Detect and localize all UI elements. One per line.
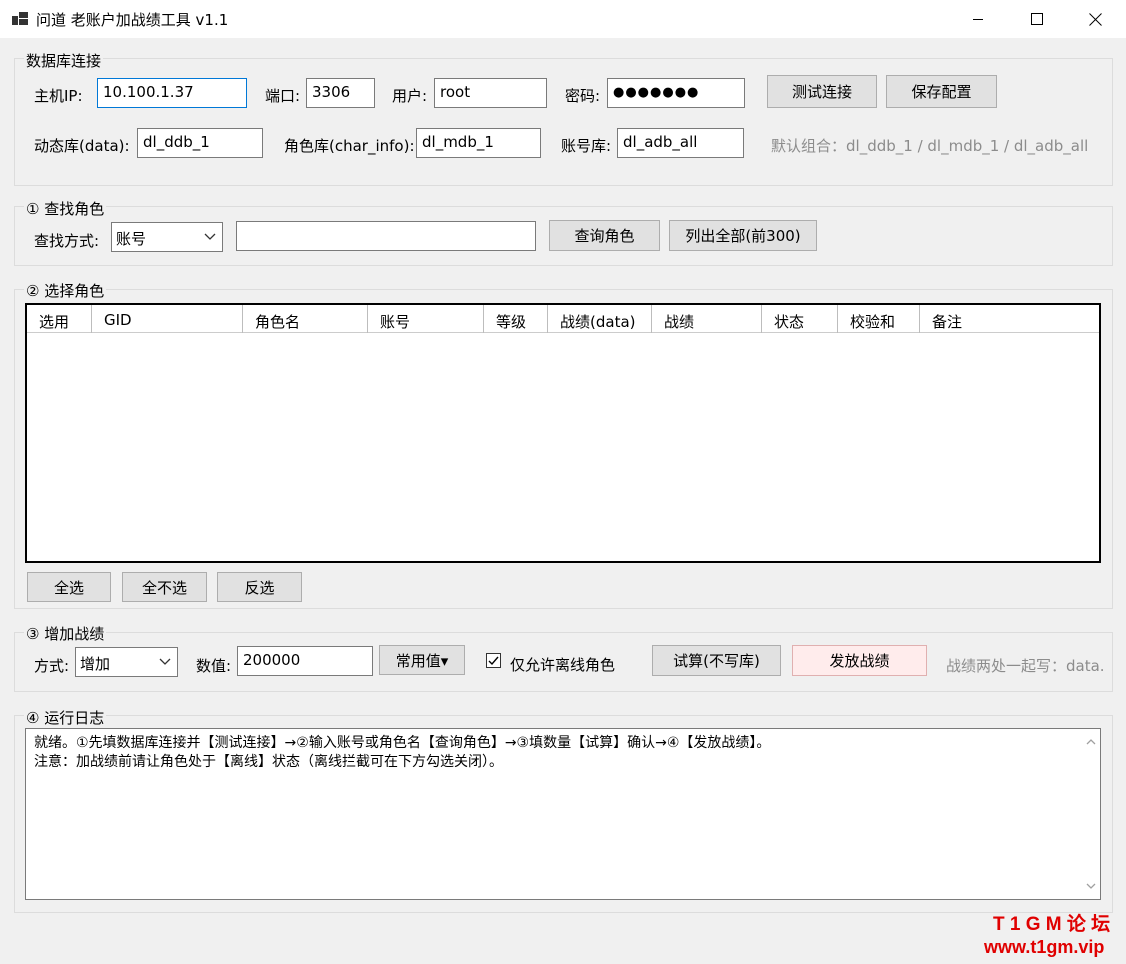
col-header-record[interactable]: 战绩 (652, 305, 762, 333)
app-icon (12, 11, 28, 25)
log-scrollbar[interactable] (1082, 729, 1100, 899)
list-all-button[interactable]: 列出全部(前300) (669, 220, 817, 251)
col-header-level[interactable]: 等级 (484, 305, 548, 333)
find-group-title: ① 查找角色 (24, 198, 107, 219)
select-none-button[interactable]: 全不选 (122, 572, 207, 602)
select-all-button[interactable]: 全选 (27, 572, 111, 602)
char-db-label: 角色库(char_info): (284, 137, 415, 155)
port-label: 端口: (265, 87, 301, 105)
mode-select[interactable]: 增加 (75, 647, 178, 677)
select-group-title: ② 选择角色 (24, 280, 107, 301)
find-method-value: 账号 (116, 230, 147, 248)
trial-calc-button[interactable]: 试算(不写库) (652, 645, 781, 676)
chevron-down-icon (204, 233, 216, 240)
offline-only-checkbox[interactable] (486, 653, 501, 668)
mode-label: 方式: (34, 657, 70, 675)
char-db-input[interactable]: dl_mdb_1 (416, 128, 541, 158)
col-header-account[interactable]: 账号 (368, 305, 484, 333)
test-connection-button[interactable]: 测试连接 (767, 75, 877, 108)
mode-value: 增加 (80, 655, 111, 673)
col-header-status[interactable]: 状态 (762, 305, 838, 333)
col-header-use[interactable]: 选用 (27, 305, 92, 333)
user-label: 用户: (392, 87, 428, 105)
password-label: 密码: (565, 87, 601, 105)
log-line: 就绪。①先填数据库连接并【测试连接】→②输入账号或角色名【查询角色】→③填数量【… (34, 735, 771, 751)
check-icon (488, 656, 499, 666)
account-db-label: 账号库: (561, 137, 612, 155)
col-header-record-data[interactable]: 战绩(data) (548, 305, 652, 333)
data-db-input[interactable]: dl_ddb_1 (137, 128, 263, 158)
watermark-title: T 1 G M 论 坛 (993, 914, 1111, 935)
scroll-up-icon (1086, 739, 1096, 745)
db-group-title: 数据库连接 (24, 50, 104, 71)
data-db-label: 动态库(data): (34, 137, 130, 155)
amount-label: 数值: (196, 657, 232, 675)
save-config-button[interactable]: 保存配置 (886, 75, 997, 108)
log-line: 注意：加战绩前请让角色处于【离线】状态（离线拦截可在下方勾选关闭）。 (34, 754, 503, 770)
host-label: 主机IP: (34, 87, 83, 105)
preset-values-button[interactable]: 常用值▾ (379, 645, 465, 675)
add-group-title: ③ 增加战绩 (24, 623, 107, 644)
default-combo-hint: 默认组合：dl_ddb_1 / dl_mdb_1 / dl_adb_all (771, 137, 1089, 155)
log-group-title: ④ 运行日志 (24, 707, 107, 728)
amount-input[interactable]: 200000 (237, 646, 373, 676)
password-input[interactable]: ●●●●●●● (607, 78, 745, 108)
close-button[interactable] (1072, 0, 1118, 38)
table-header: 选用 GID 角色名 账号 等级 战绩(data) 战绩 状态 校验和 备注 (27, 305, 1099, 333)
watermark-url: www.t1gm.vip (984, 937, 1105, 957)
window-title: 问道 老账户加战绩工具 v1.1 (36, 11, 229, 29)
scroll-down-icon (1086, 883, 1096, 889)
minimize-icon (973, 19, 983, 20)
col-header-checksum[interactable]: 校验和 (838, 305, 920, 333)
grant-record-button[interactable]: 发放战绩 (792, 645, 927, 676)
col-header-note[interactable]: 备注 (920, 305, 1099, 333)
role-table[interactable]: 选用 GID 角色名 账号 等级 战绩(data) 战绩 状态 校验和 备注 (25, 303, 1101, 563)
offline-only-label[interactable]: 仅允许离线角色 (510, 654, 615, 675)
maximize-button[interactable] (1014, 0, 1060, 38)
account-db-input[interactable]: dl_adb_all (617, 128, 744, 158)
user-input[interactable]: root (434, 78, 547, 108)
find-method-label: 查找方式: (34, 232, 100, 250)
write-hint: 战绩两处一起写：data. (946, 657, 1105, 675)
invert-selection-button[interactable]: 反选 (217, 572, 302, 602)
port-input[interactable]: 3306 (306, 78, 375, 108)
log-lines: 就绪。①先填数据库连接并【测试连接】→②输入账号或角色名【查询角色】→③填数量【… (34, 734, 770, 772)
query-role-button[interactable]: 查询角色 (549, 220, 660, 251)
col-header-role-name[interactable]: 角色名 (243, 305, 368, 333)
log-textarea[interactable]: 就绪。①先填数据库连接并【测试连接】→②输入账号或角色名【查询角色】→③填数量【… (25, 728, 1101, 900)
find-method-select[interactable]: 账号 (111, 222, 223, 252)
close-icon (1088, 12, 1102, 26)
minimize-button[interactable] (955, 0, 1001, 38)
title-bar: 问道 老账户加战绩工具 v1.1 (0, 0, 1126, 38)
chevron-down-icon (159, 658, 171, 665)
host-input[interactable]: 10.100.1.37 (97, 78, 247, 108)
col-header-gid[interactable]: GID (92, 305, 243, 333)
find-query-input[interactable] (236, 221, 536, 251)
maximize-icon (1031, 13, 1043, 25)
